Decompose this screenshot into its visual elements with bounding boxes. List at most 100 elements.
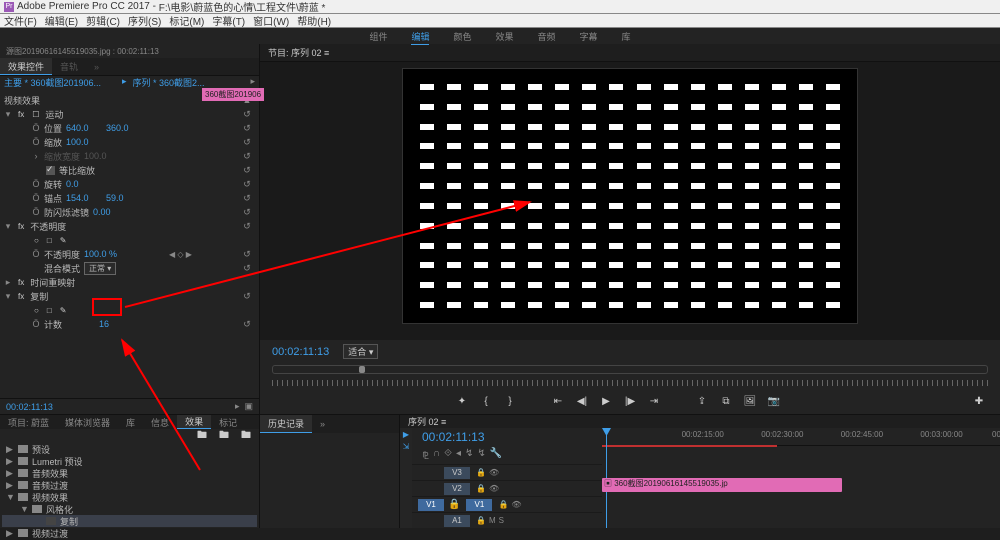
mark-out-icon[interactable]: }: [501, 394, 519, 408]
prop-blend-mode[interactable]: 混合模式 正常 ▾ ↺: [4, 261, 255, 275]
tab-audio-track[interactable]: 音轨: [52, 58, 86, 75]
prop-position[interactable]: Ö位置 640.0 360.0 ↺: [4, 121, 255, 135]
tab-project[interactable]: 项目: 蔚蓝: [0, 415, 57, 429]
program-timecode[interactable]: 00:02:11:13: [272, 346, 329, 358]
tab-more[interactable]: »: [86, 58, 107, 75]
workspace-editing[interactable]: 编辑: [411, 30, 429, 43]
reset-icon[interactable]: ↺: [241, 151, 253, 161]
reset-icon[interactable]: ↺: [241, 291, 253, 301]
menu-marker[interactable]: 标记(M): [169, 13, 204, 28]
reset-icon[interactable]: ↺: [241, 249, 253, 259]
rect-mask-icon[interactable]: □: [45, 236, 54, 245]
preset-icon[interactable]: 🖿: [237, 429, 255, 443]
workspace-titles[interactable]: 字幕: [580, 30, 598, 43]
tree-item[interactable]: ▼风格化: [2, 503, 257, 515]
fx-time-remap[interactable]: ▸fx 时间重映射: [4, 275, 255, 289]
fx-motion[interactable]: ▾fx☐ 运动 ↺: [4, 107, 255, 121]
menubar[interactable]: 文件(F) 编辑(E) 剪辑(C) 序列(S) 标记(M) 字幕(T) 窗口(W…: [0, 14, 1000, 28]
prop-rotation[interactable]: Ö旋转 0.0 ↺: [4, 177, 255, 191]
go-to-in-icon[interactable]: ⇤: [549, 394, 567, 408]
tab-more[interactable]: »: [312, 415, 333, 433]
workspace-library[interactable]: 库: [622, 30, 631, 43]
fx-replicate[interactable]: ▾fx 复制 ↺: [4, 289, 255, 303]
replicate-masks[interactable]: ○ □ ✎: [4, 303, 255, 317]
track-v3[interactable]: V3 🔒👁: [412, 464, 602, 480]
menu-help[interactable]: 帮助(H): [297, 13, 331, 28]
opacity-masks[interactable]: ○ □ ✎: [4, 233, 255, 247]
pen-mask-icon[interactable]: ✎: [58, 236, 69, 245]
menu-clip[interactable]: 剪辑(C): [86, 13, 120, 28]
tab-history[interactable]: 历史记录: [260, 415, 312, 433]
reset-icon[interactable]: ↺: [241, 165, 253, 175]
program-ruler[interactable]: [272, 380, 988, 386]
reset-icon[interactable]: ↺: [241, 137, 253, 147]
export-frame-icon[interactable]: 🖼: [741, 394, 759, 408]
tree-item[interactable]: ▶音频过渡: [2, 479, 257, 491]
ellipse-mask-icon[interactable]: ○: [32, 306, 41, 315]
tree-item[interactable]: 复制: [2, 515, 257, 527]
tool-icon[interactable]: ⇲: [401, 442, 411, 452]
history-list[interactable]: [260, 433, 399, 528]
timeline-track-area[interactable]: 00:02:15:00 00:02:30:00 00:02:45:00 00:0…: [602, 428, 1000, 528]
prop-replicate-count[interactable]: Ö计数 16 ↺: [4, 317, 255, 331]
track-v1[interactable]: V1 🔒 V1 🔒👁: [412, 496, 602, 512]
prop-opacity-value[interactable]: Ö不透明度 100.0 % ◀ ◇ ▶ ↺: [4, 247, 255, 261]
reset-icon[interactable]: ↺: [241, 123, 253, 133]
reset-icon[interactable]: ↺: [241, 109, 253, 119]
play-icon[interactable]: ▶: [597, 394, 615, 408]
step-forward-icon[interactable]: |▶: [621, 394, 639, 408]
checkbox-uniform-scale[interactable]: [46, 166, 55, 175]
workspace-audio[interactable]: 音频: [538, 30, 556, 43]
reset-icon[interactable]: ↺: [241, 319, 253, 329]
extract-icon[interactable]: ⧉: [717, 394, 735, 408]
tree-item[interactable]: ▶音频效果: [2, 467, 257, 479]
tree-item[interactable]: ▶预设: [2, 443, 257, 455]
workspace-color[interactable]: 颜色: [453, 30, 471, 43]
reset-icon[interactable]: ↺: [241, 221, 253, 231]
tree-item[interactable]: ▼视频效果: [2, 491, 257, 503]
track-v2[interactable]: V2 🔒👁: [412, 480, 602, 496]
menu-title[interactable]: 字幕(T): [212, 13, 245, 28]
reset-icon[interactable]: ↺: [241, 263, 253, 273]
fx-opacity[interactable]: ▾fx 不透明度 ↺: [4, 219, 255, 233]
add-marker-icon[interactable]: ✦: [453, 394, 471, 408]
tab-info[interactable]: 信息: [143, 415, 177, 429]
timeline-tab[interactable]: 序列 02 ≡: [400, 415, 1000, 428]
prop-uniform-scale[interactable]: 等比缩放 ↺: [4, 163, 255, 177]
replicate-count-value[interactable]: 16: [86, 319, 122, 329]
timeline-clip[interactable]: ▣ 360截图20190616145519035.jp: [602, 478, 842, 492]
timeline-mode-icons[interactable]: ⅊∩⟐◂↯↯🔧: [412, 446, 602, 464]
reset-icon[interactable]: ↺: [241, 193, 253, 203]
timeline-timecode[interactable]: 00:02:11:13: [412, 428, 602, 446]
track-a1[interactable]: A1 🔒MS: [412, 512, 602, 528]
program-scrollbar[interactable]: [272, 365, 988, 374]
pen-mask-icon[interactable]: ✎: [58, 306, 69, 315]
tab-library[interactable]: 库: [118, 415, 143, 429]
reset-icon[interactable]: ↺: [241, 207, 253, 217]
timeline-tools[interactable]: ▶ ⇲: [400, 428, 412, 528]
rect-mask-icon[interactable]: □: [45, 306, 54, 315]
mark-in-icon[interactable]: {: [477, 394, 495, 408]
lift-icon[interactable]: ⇪: [693, 394, 711, 408]
menu-sequence[interactable]: 序列(S): [128, 13, 161, 28]
prop-flicker[interactable]: Ö防闪烁滤镜 0.00 ↺: [4, 205, 255, 219]
prop-anchor[interactable]: Ö锚点 154.0 59.0 ↺: [4, 191, 255, 205]
workspace-effects[interactable]: 效果: [495, 30, 513, 43]
program-tab[interactable]: 节目: 序列 02 ≡: [260, 44, 1000, 62]
program-zoom-dropdown[interactable]: 适合 ▾: [343, 344, 378, 359]
preset-icon[interactable]: 🖿: [193, 429, 211, 443]
menu-file[interactable]: 文件(F): [4, 13, 37, 28]
ellipse-mask-icon[interactable]: ○: [32, 236, 41, 245]
prop-scale[interactable]: Ö缩放 100.0 ↺: [4, 135, 255, 149]
camera-icon[interactable]: 📷: [765, 394, 783, 408]
step-back-icon[interactable]: ◀|: [573, 394, 591, 408]
tab-effect-controls[interactable]: 效果控件: [0, 58, 52, 75]
effects-tree[interactable]: ▶预设▶Lumetri 预设▶音频效果▶音频过渡▼视频效果▼风格化复制▶视频过渡: [0, 443, 259, 539]
timeline-ruler[interactable]: 00:02:15:00 00:02:30:00 00:02:45:00 00:0…: [602, 428, 1000, 446]
go-to-out-icon[interactable]: ⇥: [645, 394, 663, 408]
reset-icon[interactable]: ↺: [241, 179, 253, 189]
tree-item[interactable]: ▶Lumetri 预设: [2, 455, 257, 467]
tab-media-browser[interactable]: 媒体浏览器: [57, 415, 118, 429]
settings-icon[interactable]: ✚: [970, 394, 988, 408]
menu-window[interactable]: 窗口(W): [253, 13, 289, 28]
